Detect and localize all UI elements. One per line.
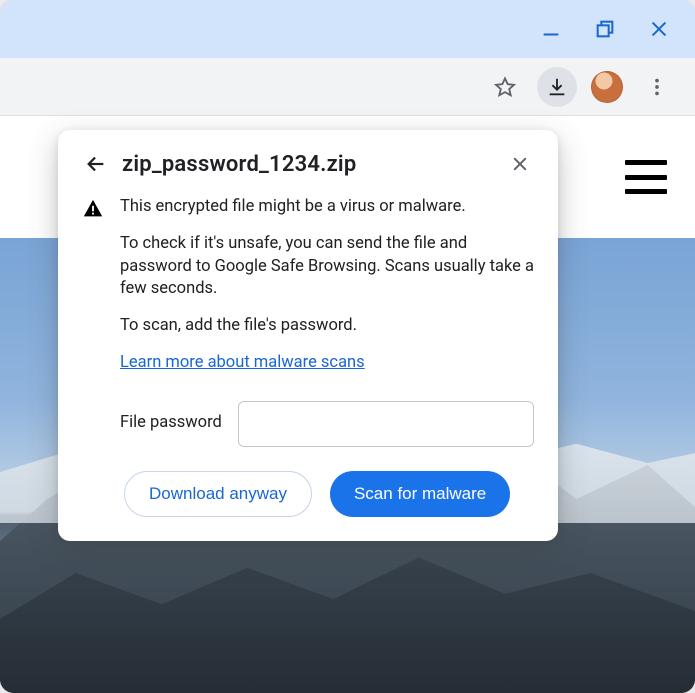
dialog-body: This encrypted file might be a virus or … bbox=[82, 196, 534, 517]
password-label: File password bbox=[120, 412, 222, 435]
dialog-back-button[interactable] bbox=[82, 150, 110, 178]
file-password-input[interactable] bbox=[238, 401, 534, 447]
dialog-close-button[interactable] bbox=[506, 150, 534, 178]
profile-avatar-button[interactable] bbox=[589, 69, 625, 105]
close-icon bbox=[648, 18, 670, 40]
restore-button[interactable] bbox=[587, 11, 623, 47]
dialog-title: zip_password_1234.zip bbox=[122, 152, 494, 177]
restore-icon bbox=[594, 18, 616, 40]
downloads-button[interactable] bbox=[537, 67, 577, 107]
bookmark-button[interactable] bbox=[485, 67, 525, 107]
download-warning-dialog: zip_password_1234.zip This encrypted fil… bbox=[58, 130, 558, 541]
hamburger-bar bbox=[625, 189, 667, 194]
dialog-text: This encrypted file might be a virus or … bbox=[120, 196, 534, 517]
browser-menu-button[interactable] bbox=[637, 67, 677, 107]
site-menu-button[interactable] bbox=[625, 160, 667, 194]
warning-description-1: To check if it's unsafe, you can send th… bbox=[120, 233, 534, 301]
minimize-icon bbox=[540, 18, 562, 40]
tab-strip bbox=[0, 0, 695, 58]
arrow-left-icon bbox=[85, 153, 107, 175]
star-icon bbox=[494, 76, 516, 98]
warning-heading: This encrypted file might be a virus or … bbox=[120, 196, 534, 219]
warning-description-2: To scan, add the file's password. bbox=[120, 315, 534, 338]
dialog-actions: Download anyway Scan for malware bbox=[124, 471, 534, 517]
download-icon bbox=[546, 76, 568, 98]
browser-window: zip_password_1234.zip This encrypted fil… bbox=[0, 0, 695, 693]
browser-toolbar bbox=[0, 58, 695, 116]
hamburger-bar bbox=[625, 160, 667, 165]
download-anyway-button[interactable]: Download anyway bbox=[124, 471, 312, 517]
more-vertical-icon bbox=[646, 76, 668, 98]
password-row: File password bbox=[120, 401, 534, 447]
window-close-button[interactable] bbox=[641, 11, 677, 47]
hamburger-bar bbox=[625, 175, 667, 180]
learn-more-link[interactable]: Learn more about malware scans bbox=[120, 352, 365, 375]
dialog-header: zip_password_1234.zip bbox=[82, 150, 534, 178]
avatar-icon bbox=[591, 71, 623, 103]
warning-icon bbox=[82, 198, 106, 517]
scan-for-malware-button[interactable]: Scan for malware bbox=[330, 471, 510, 517]
close-icon bbox=[510, 154, 530, 174]
minimize-button[interactable] bbox=[533, 11, 569, 47]
